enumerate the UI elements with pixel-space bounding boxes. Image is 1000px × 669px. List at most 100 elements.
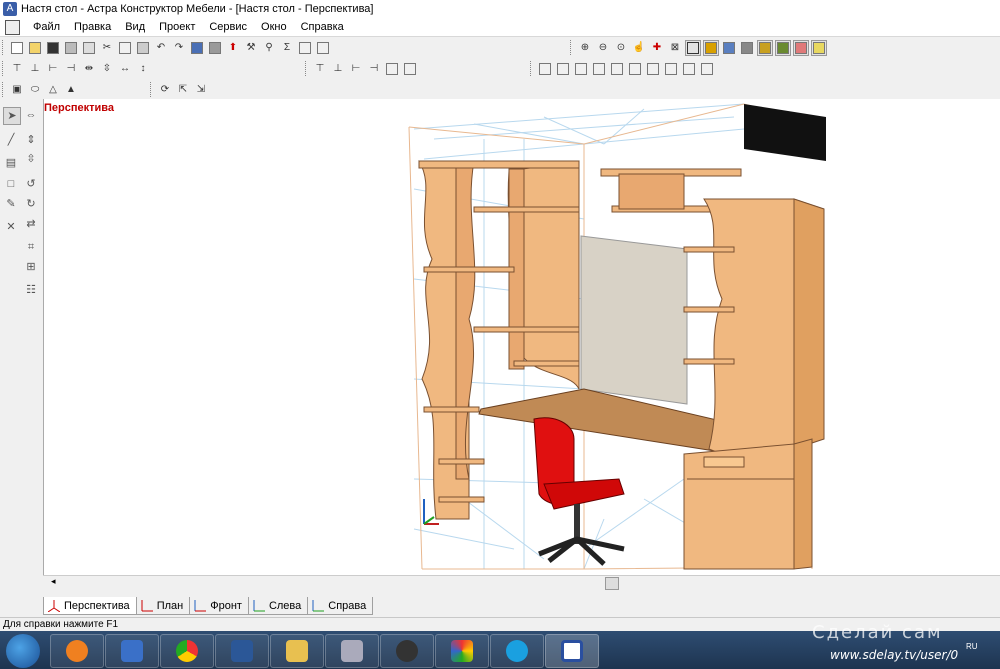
align-right-icon[interactable]: ⊣ — [63, 61, 79, 77]
toolbar-grip[interactable] — [570, 40, 574, 55]
space-h-icon[interactable]: ↔ — [117, 61, 133, 77]
panel-6-icon[interactable] — [627, 61, 643, 77]
tab-perspective[interactable]: Перспектива — [43, 597, 137, 615]
crosshair-icon[interactable]: ✚ — [649, 40, 665, 56]
save-icon[interactable] — [45, 40, 61, 56]
select-box-icon[interactable]: ⊠ — [667, 40, 683, 56]
rotate-right-icon[interactable]: ↻ — [23, 196, 39, 212]
taskbar-audio-player[interactable] — [105, 634, 159, 668]
tab-right[interactable]: Справа — [307, 597, 374, 615]
pencil-icon[interactable]: ✎ — [3, 196, 19, 212]
pyramid-icon[interactable]: ▲ — [63, 82, 79, 98]
toolbar-grip[interactable] — [530, 61, 534, 76]
align-left-icon[interactable]: ⊢ — [45, 61, 61, 77]
redo-icon[interactable]: ↷ — [171, 40, 187, 56]
panel-1-icon[interactable] — [537, 61, 553, 77]
cube-icon[interactable]: ▣ — [9, 82, 25, 98]
color-icon[interactable] — [793, 39, 809, 56]
scroll-thumb[interactable] — [605, 577, 619, 590]
panel-5-icon[interactable] — [609, 61, 625, 77]
fit-icon[interactable]: ⇳ — [23, 151, 39, 167]
snap-right-icon[interactable]: ⊣ — [366, 61, 382, 77]
open-icon[interactable] — [27, 40, 43, 56]
add-panel-icon[interactable]: ▤ — [3, 155, 19, 171]
distribute-v-icon[interactable]: ⇳ — [99, 61, 115, 77]
panel-4-icon[interactable] — [591, 61, 607, 77]
tree-icon[interactable]: ⚲ — [261, 40, 277, 56]
line-tool-icon[interactable]: ╱ — [3, 132, 19, 148]
zoom-in-icon[interactable]: ⊕ — [577, 40, 593, 56]
undo-icon[interactable]: ↶ — [153, 40, 169, 56]
frame2-icon[interactable] — [315, 40, 331, 56]
cut-icon[interactable]: ✂ — [99, 40, 115, 56]
print-icon[interactable] — [63, 40, 79, 56]
menu-edit[interactable]: Правка — [67, 21, 118, 33]
horizontal-scrollbar[interactable]: ◂ — [43, 575, 1000, 590]
resize-icon[interactable]: ⇔ — [23, 107, 39, 123]
taskbar-explorer[interactable] — [270, 634, 324, 668]
crop-icon[interactable]: ⌗ — [23, 239, 39, 255]
viewport-perspective[interactable]: Перспектива — [43, 99, 1000, 575]
wireframe-icon[interactable] — [685, 39, 701, 56]
distribute-h-icon[interactable]: ⇹ — [81, 61, 97, 77]
taskbar-calculator[interactable] — [325, 634, 379, 668]
texture-icon[interactable] — [757, 39, 773, 56]
tab-front[interactable]: Фронт — [189, 597, 249, 615]
start-button[interactable] — [6, 634, 40, 668]
mirror-icon[interactable]: ⇄ — [23, 216, 39, 232]
tab-left[interactable]: Слева — [247, 597, 309, 615]
taskbar-skype[interactable] — [490, 634, 544, 668]
sum-icon[interactable]: Σ — [279, 40, 295, 56]
toolbar-grip[interactable] — [2, 40, 6, 55]
light-icon[interactable] — [811, 39, 827, 56]
rotate-icon[interactable]: ⟳ — [157, 82, 173, 98]
group-icon[interactable] — [384, 61, 400, 77]
document-icon[interactable] — [5, 19, 20, 35]
taskbar-flash[interactable] — [380, 634, 434, 668]
snap-bottom-icon[interactable]: ⊥ — [330, 61, 346, 77]
panel-7-icon[interactable] — [645, 61, 661, 77]
align-bottom-icon[interactable]: ⊥ — [27, 61, 43, 77]
zoom-fit-icon[interactable]: ⊙ — [613, 40, 629, 56]
panel-8-icon[interactable] — [663, 61, 679, 77]
taskbar-astra[interactable] — [545, 634, 599, 668]
snap-icon[interactable]: ⊞ — [23, 259, 39, 275]
taskbar-media-player[interactable] — [50, 634, 104, 668]
print-preview-icon[interactable] — [81, 40, 97, 56]
zoom-out-icon[interactable]: ⊖ — [595, 40, 611, 56]
panel-2-icon[interactable] — [555, 61, 571, 77]
rotate-left-icon[interactable]: ↺ — [23, 176, 39, 192]
snap-left-icon[interactable]: ⊢ — [348, 61, 364, 77]
tab-plan[interactable]: План — [135, 597, 191, 615]
new-icon[interactable] — [9, 40, 25, 56]
select-arrow-icon[interactable]: ➤ — [3, 107, 21, 125]
cylinder-icon[interactable]: ⬭ — [27, 82, 43, 98]
taskbar-word[interactable] — [215, 634, 269, 668]
panel-9-icon[interactable] — [681, 61, 697, 77]
stretch-icon[interactable]: ⇕ — [23, 132, 39, 148]
taskbar-paint[interactable] — [435, 634, 489, 668]
toolbar-grip[interactable] — [2, 61, 6, 76]
report-icon[interactable] — [189, 40, 205, 56]
taskbar-chrome[interactable] — [160, 634, 214, 668]
hidden-lines-icon[interactable] — [739, 40, 755, 56]
toolbar-grip[interactable] — [150, 82, 154, 97]
panel-3-icon[interactable] — [573, 61, 589, 77]
grid-icon[interactable] — [207, 40, 223, 56]
menu-service[interactable]: Сервис — [202, 21, 254, 33]
ungroup-icon[interactable] — [402, 61, 418, 77]
texture2-icon[interactable] — [775, 39, 791, 56]
paste-icon[interactable] — [135, 40, 151, 56]
menu-help[interactable]: Справка — [294, 21, 351, 33]
toolbar-grip[interactable] — [2, 82, 6, 97]
shaded-edges-icon[interactable] — [721, 40, 737, 56]
menu-window[interactable]: Окно — [254, 21, 294, 33]
frame-icon[interactable] — [297, 40, 313, 56]
cone-icon[interactable]: △ — [45, 82, 61, 98]
copy-icon[interactable] — [117, 40, 133, 56]
move-icon[interactable]: ⇱ — [175, 82, 191, 98]
menu-project[interactable]: Проект — [152, 21, 202, 33]
shaded-icon[interactable] — [703, 39, 719, 56]
menu-view[interactable]: Вид — [118, 21, 152, 33]
toolbar-grip[interactable] — [305, 61, 309, 76]
